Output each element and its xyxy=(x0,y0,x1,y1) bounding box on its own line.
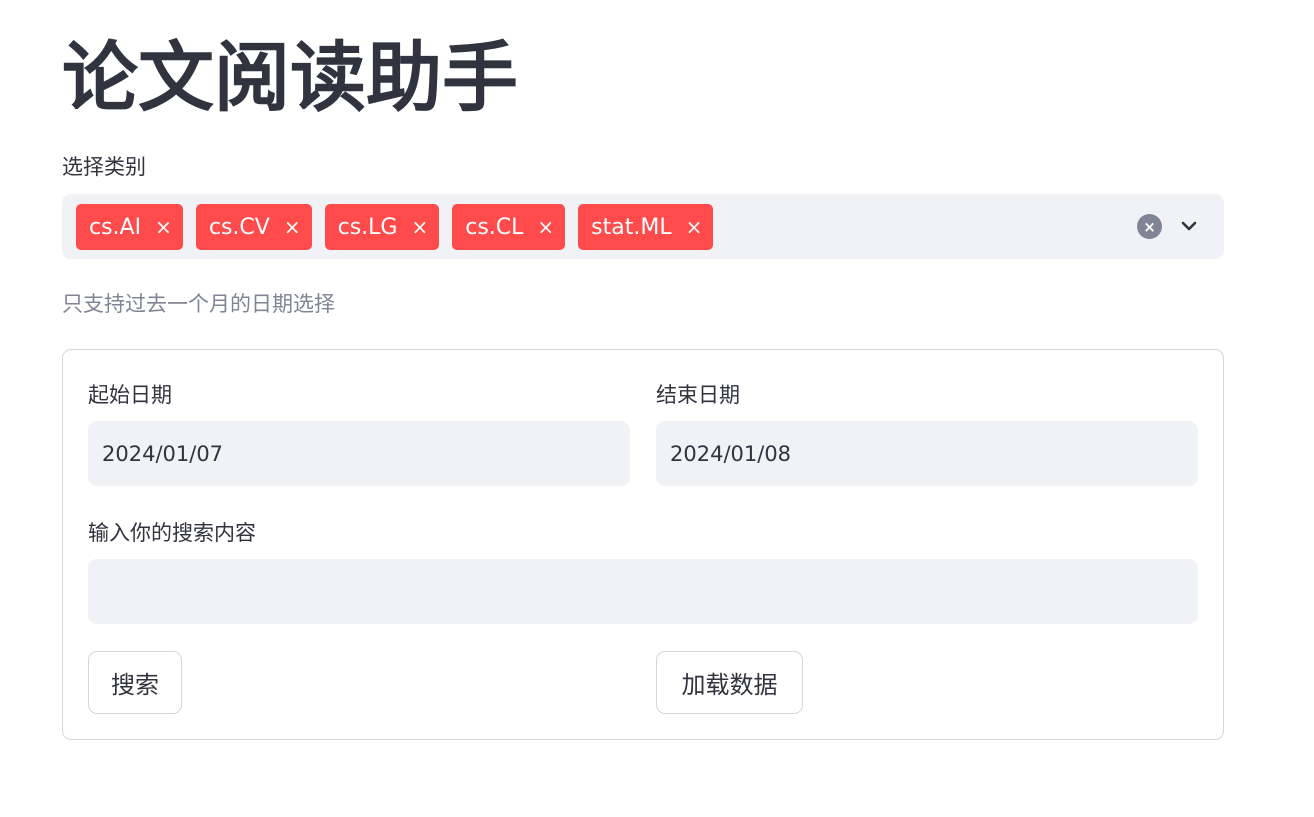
chip-cs-lg: cs.LG × xyxy=(324,204,440,250)
end-date-label: 结束日期 xyxy=(656,383,740,407)
chip-cs-cl: cs.CL × xyxy=(452,204,566,250)
load-data-button[interactable]: 加载数据 xyxy=(656,651,803,714)
app-page: 论文阅读助手 选择类别 cs.AI × cs.CV × cs.LG × cs.C… xyxy=(0,0,1314,817)
chip-remove-icon[interactable]: × xyxy=(411,217,428,237)
chip-stat-ml: stat.ML × xyxy=(578,204,714,250)
search-form: 起始日期 2024/01/07 结束日期 2024/01/08 输入你的搜索内容… xyxy=(62,349,1224,740)
chip-remove-icon[interactable]: × xyxy=(537,217,554,237)
date-range-caption: 只支持过去一个月的日期选择 xyxy=(62,292,335,316)
chip-label: cs.LG xyxy=(337,214,398,240)
end-date-input[interactable]: 2024/01/08 xyxy=(656,421,1198,486)
chip-cs-ai: cs.AI × xyxy=(76,204,183,250)
search-input[interactable] xyxy=(88,559,1198,624)
chip-label: cs.CV xyxy=(208,214,270,240)
selected-chips: cs.AI × cs.CV × cs.LG × cs.CL × stat.ML … xyxy=(76,204,714,250)
category-multiselect[interactable]: cs.AI × cs.CV × cs.LG × cs.CL × stat.ML … xyxy=(62,194,1224,259)
chip-label: cs.AI xyxy=(89,214,142,240)
search-input-label: 输入你的搜索内容 xyxy=(88,521,256,545)
search-button[interactable]: 搜索 xyxy=(88,651,182,714)
chip-remove-icon[interactable]: × xyxy=(155,217,172,237)
page-title: 论文阅读助手 xyxy=(62,33,518,122)
chip-label: stat.ML xyxy=(591,214,672,240)
chip-cs-cv: cs.CV × xyxy=(195,204,312,250)
chip-remove-icon[interactable]: × xyxy=(686,217,703,237)
start-date-input[interactable]: 2024/01/07 xyxy=(88,421,630,486)
chip-remove-icon[interactable]: × xyxy=(284,217,301,237)
category-select-label: 选择类别 xyxy=(62,155,146,179)
chevron-down-icon[interactable] xyxy=(1176,213,1202,239)
start-date-label: 起始日期 xyxy=(88,383,172,407)
chip-label: cs.CL xyxy=(465,214,524,240)
clear-all-icon[interactable]: × xyxy=(1137,214,1162,239)
